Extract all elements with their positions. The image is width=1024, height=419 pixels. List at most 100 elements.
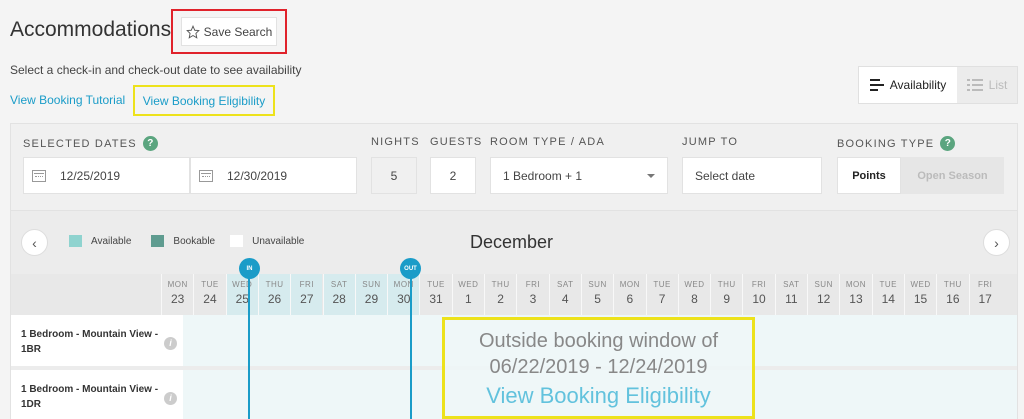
day-of-week: THU <box>717 280 736 289</box>
calendar-day[interactable]: SAT 4 <box>548 274 581 315</box>
help-icon[interactable]: ? <box>142 136 158 151</box>
day-of-week: SUN <box>588 280 607 289</box>
calendar-day[interactable]: MON 23 <box>161 274 193 315</box>
bookable-swatch <box>151 235 165 247</box>
nights-field: 5 <box>371 157 417 194</box>
calendar-day[interactable]: FRI 17 <box>968 274 1001 315</box>
calendar-day[interactable]: SUN 12 <box>807 274 839 315</box>
available-swatch <box>69 235 82 247</box>
day-number: 1 <box>464 292 472 306</box>
list-icon <box>966 79 983 91</box>
day-number: 29 <box>364 292 379 306</box>
booking-eligibility-link[interactable]: View Booking Eligibility <box>143 94 266 108</box>
chevron-down-icon <box>647 174 655 178</box>
jump-to-input[interactable]: Select date <box>682 157 822 194</box>
day-number: 10 <box>752 292 766 306</box>
calendar-day[interactable]: WED 1 <box>451 274 484 315</box>
calendar-day[interactable]: MON 13 <box>839 274 871 315</box>
day-of-week: TUE <box>879 280 897 289</box>
nights-value: 5 <box>390 168 398 183</box>
day-of-week: TUE <box>427 280 445 289</box>
availability-view-button[interactable]: Availability <box>859 67 957 103</box>
calendar-day[interactable]: FRI 3 <box>516 274 548 315</box>
day-of-week: WED <box>458 280 479 289</box>
prev-month-button[interactable]: ‹ <box>21 229 48 256</box>
day-number: 30 <box>397 292 411 306</box>
booking-type-label: BOOKING TYPE <box>837 137 935 150</box>
outside-window-line1: Outside booking window of <box>478 330 719 352</box>
help-icon[interactable]: ? <box>940 136 956 151</box>
calendar-day-header: MON 23 TUE 24 WED 25 THU 26 FRI 27 SAT 28 SUN 29 MON 30… <box>11 274 1017 315</box>
calendar-day[interactable]: THU 26 <box>257 274 291 315</box>
day-number: 11 <box>785 292 798 306</box>
calendar-day[interactable]: TUE 7 <box>645 274 678 315</box>
day-of-week: THU <box>491 280 510 289</box>
check-in-marker[interactable]: IN <box>239 258 260 279</box>
calendar-day[interactable]: MON 6 <box>613 274 645 315</box>
open-season-button[interactable]: Open Season <box>901 157 1004 194</box>
info-icon[interactable]: i <box>164 392 177 405</box>
calendar-day[interactable]: TUE 14 <box>871 274 904 315</box>
save-search-label: Save Search <box>203 24 273 39</box>
day-of-week: SAT <box>330 280 348 289</box>
legend: Available Bookable Unavailable <box>69 235 304 247</box>
room-type-label: ROOM TYPE / ADA <box>490 136 605 148</box>
next-month-button[interactable]: › <box>983 229 1010 256</box>
day-number: 28 <box>332 292 346 306</box>
eligibility-highlight: View Booking Eligibility <box>133 85 275 116</box>
day-of-week: WED <box>684 280 705 289</box>
unavailable-swatch <box>230 235 244 247</box>
selected-dates-heading: SELECTED DATES ? <box>23 136 158 151</box>
day-number: 3 <box>529 292 537 306</box>
calendar-day[interactable]: SAT 11 <box>774 274 807 315</box>
calendar-day[interactable]: WED 8 <box>677 274 710 315</box>
calendar-day[interactable]: TUE 24 <box>193 274 225 315</box>
calendar-day[interactable]: MON 30 <box>387 274 420 315</box>
nights-label: NIGHTS <box>371 136 420 148</box>
star-icon <box>185 24 200 39</box>
list-view-button[interactable]: List <box>957 67 1017 103</box>
check-out-marker[interactable]: OUT <box>400 258 421 279</box>
day-number: 26 <box>267 292 282 306</box>
day-number: 17 <box>978 292 992 306</box>
outside-window-notice: Outside booking window of 06/22/2019 - 1… <box>442 317 755 419</box>
day-of-week: FRI <box>525 280 541 289</box>
filters-bar: SELECTED DATES ? 12/25/2019 12/30/2019 N… <box>11 124 1017 211</box>
save-search-button[interactable]: Save Search <box>181 17 277 46</box>
calendar-day[interactable]: THU 9 <box>710 274 742 315</box>
calendar-day[interactable]: FRI 27 <box>290 274 323 315</box>
calendar-day[interactable]: SUN 5 <box>580 274 613 315</box>
room-type-select[interactable]: 1 Bedroom + 1 <box>490 157 668 194</box>
check-out-value: 12/30/2019 <box>227 168 288 183</box>
calendar-day[interactable]: THU 16 <box>936 274 968 315</box>
calendar-day[interactable]: THU 2 <box>484 274 516 315</box>
check-out-field[interactable]: 12/30/2019 <box>190 157 357 194</box>
guests-field[interactable]: 2 <box>430 157 476 194</box>
booking-tutorial-link[interactable]: View Booking Tutorial <box>10 93 125 107</box>
page-subtitle: Select a check-in and check-out date to … <box>10 63 302 77</box>
calendar-day[interactable]: SUN 29 <box>354 274 388 315</box>
calendar-icon <box>199 169 213 182</box>
selected-dates-label: SELECTED DATES <box>23 137 137 150</box>
points-booking-button[interactable]: Points <box>837 157 901 194</box>
calendar-day[interactable]: FRI 10 <box>742 274 774 315</box>
calendar-day[interactable]: WED 25 <box>225 274 258 315</box>
outside-window-eligibility-link[interactable]: View Booking Eligibility <box>445 382 752 410</box>
day-number: 9 <box>723 292 731 306</box>
day-number: 12 <box>816 292 831 306</box>
calendar-icon <box>32 169 46 182</box>
day-number: 4 <box>561 292 569 306</box>
calendar-day[interactable]: SAT 28 <box>322 274 355 315</box>
check-in-field[interactable]: 12/25/2019 <box>23 157 190 194</box>
day-of-week: SUN <box>362 280 381 289</box>
legend-bookable: Bookable <box>173 235 216 247</box>
info-icon[interactable]: i <box>164 337 177 350</box>
availability-view-label: Availability <box>889 78 947 92</box>
calendar-day[interactable]: WED 15 <box>903 274 936 315</box>
day-of-week: TUE <box>653 280 671 289</box>
calendar-day[interactable]: TUE 31 <box>419 274 451 315</box>
guests-value: 2 <box>449 168 457 183</box>
day-number: 13 <box>849 292 863 306</box>
day-of-week: MON <box>393 280 414 289</box>
day-number: 31 <box>429 292 443 306</box>
